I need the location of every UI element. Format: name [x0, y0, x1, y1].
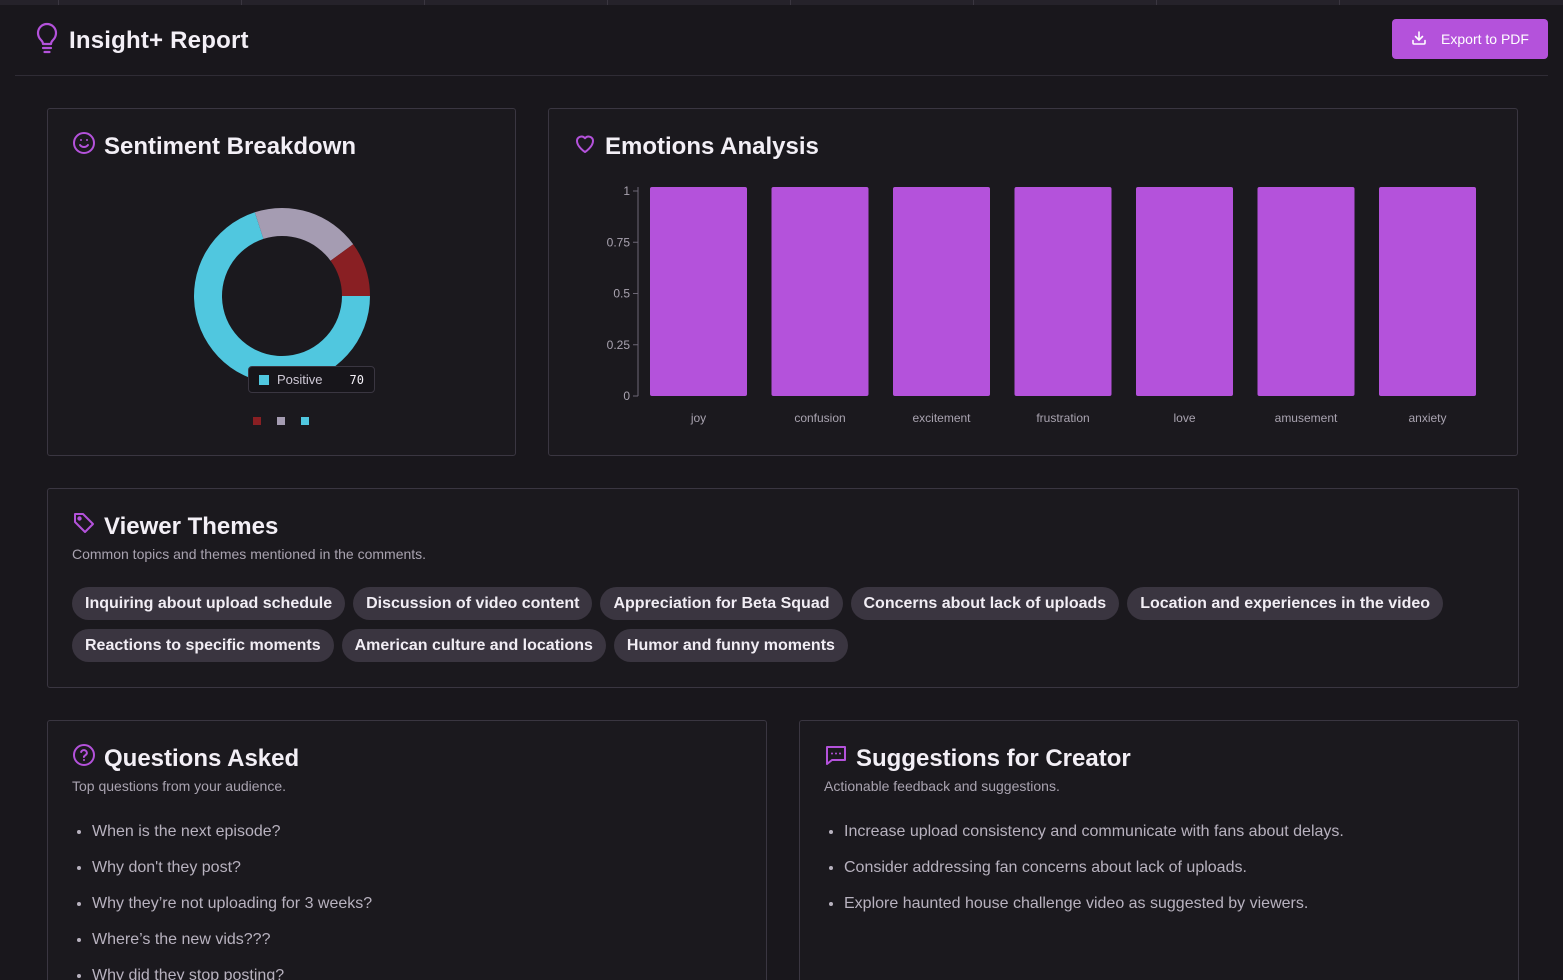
theme-chip: Discussion of video content [353, 587, 593, 620]
question-item: When is the next episode? [92, 821, 372, 857]
suggestion-item: Consider addressing fan concerns about l… [844, 857, 1344, 893]
question-item: Where’s the new vids??? [92, 929, 372, 965]
question-item: Why don't they post? [92, 857, 372, 893]
themes-card: Viewer Themes Common topics and themes m… [47, 488, 1519, 688]
y-tick-label: 0.25 [607, 338, 631, 352]
legend-swatch[interactable] [253, 417, 261, 425]
x-tick-label: love [1173, 411, 1195, 425]
chart-tooltip: Positive 70 [248, 366, 375, 393]
tooltip-value: 70 [349, 372, 364, 387]
theme-chip: American culture and locations [341, 629, 606, 662]
page-header: Insight+ Report Export to PDF [15, 5, 1548, 76]
suggestions-subtitle: Actionable feedback and suggestions. [824, 778, 1060, 794]
emotions-card: Emotions Analysis 0 0.25 0.5 0.75 1 joy confus… [548, 108, 1518, 456]
theme-chip: Concerns about lack of uploads [850, 587, 1120, 620]
help-circle-icon [72, 743, 96, 774]
question-item: Why they’re not uploading for 3 weeks? [92, 893, 372, 929]
x-tick-label: amusement [1275, 411, 1338, 425]
bar-excitement[interactable] [893, 187, 990, 396]
bar-amusement[interactable] [1257, 187, 1355, 396]
themes-subtitle: Common topics and themes mentioned in th… [72, 546, 427, 562]
questions-title-text: Questions Asked [104, 744, 300, 772]
y-tick-label: 0 [623, 389, 630, 403]
x-tick-label: anxiety [1408, 411, 1446, 425]
emotions-bar-chart: 0 0.25 0.5 0.75 1 joy confusion excitement frust… [607, 184, 1476, 425]
theme-chip: Location and experiences in the video [1127, 587, 1444, 620]
brand: Insight+ Report [35, 22, 249, 59]
y-tick-label: 1 [623, 184, 630, 198]
message-square-icon [824, 743, 848, 774]
bar-frustration[interactable] [1014, 187, 1112, 396]
themes-title-text: Viewer Themes [104, 512, 279, 540]
bar-confusion[interactable] [771, 187, 869, 396]
bar-love[interactable] [1136, 187, 1233, 396]
lightbulb-icon [35, 22, 59, 59]
suggestions-card-title: Suggestions for Creator [824, 743, 1131, 774]
legend-swatch[interactable] [301, 417, 309, 425]
suggestions-list: Increase upload consistency and communic… [844, 821, 1344, 929]
theme-chip: Reactions to specific moments [72, 629, 334, 662]
page-title: Insight+ Report [69, 26, 249, 54]
sentiment-legend [253, 417, 309, 425]
bar-joy[interactable] [650, 187, 747, 396]
suggestion-item: Explore haunted house challenge video as… [844, 893, 1344, 929]
suggestions-title-text: Suggestions for Creator [856, 744, 1131, 772]
questions-card-title: Questions Asked [72, 743, 299, 774]
question-item: Why did they stop posting? [92, 965, 372, 980]
export-pdf-label: Export to PDF [1441, 31, 1529, 47]
y-tick-label: 0.5 [613, 287, 630, 301]
sentiment-card: Sentiment Breakdown Positive 70 [47, 108, 516, 456]
bar-anxiety[interactable] [1379, 187, 1476, 396]
x-tick-label: joy [690, 411, 706, 425]
sentiment-donut-chart [193, 208, 370, 384]
legend-swatch[interactable] [277, 417, 285, 425]
theme-chip: Appreciation for Beta Squad [600, 587, 843, 620]
y-tick-label: 0.75 [607, 235, 631, 249]
x-tick-label: excitement [912, 411, 971, 425]
tag-icon [72, 511, 96, 542]
themes-card-title: Viewer Themes [72, 511, 278, 542]
tooltip-swatch [259, 374, 269, 385]
x-tick-label: frustration [1036, 411, 1089, 425]
questions-card: Questions Asked Top questions from your … [47, 720, 767, 980]
questions-list: When is the next episode? Why don't they… [92, 821, 372, 980]
theme-chip: Humor and funny moments [613, 629, 848, 662]
theme-chip: Inquiring about upload schedule [72, 587, 346, 620]
donut-slice-neutral[interactable] [254, 208, 354, 261]
x-tick-label: confusion [794, 411, 845, 425]
themes-chip-list: Inquiring about upload schedule Discussi… [72, 587, 1512, 662]
suggestion-item: Increase upload consistency and communic… [844, 821, 1344, 857]
export-pdf-button[interactable]: Export to PDF [1392, 19, 1548, 59]
suggestions-card: Suggestions for Creator Actionable feedb… [799, 720, 1519, 980]
questions-subtitle: Top questions from your audience. [72, 778, 287, 794]
download-icon [1411, 30, 1427, 49]
tooltip-label: Positive [277, 372, 323, 387]
